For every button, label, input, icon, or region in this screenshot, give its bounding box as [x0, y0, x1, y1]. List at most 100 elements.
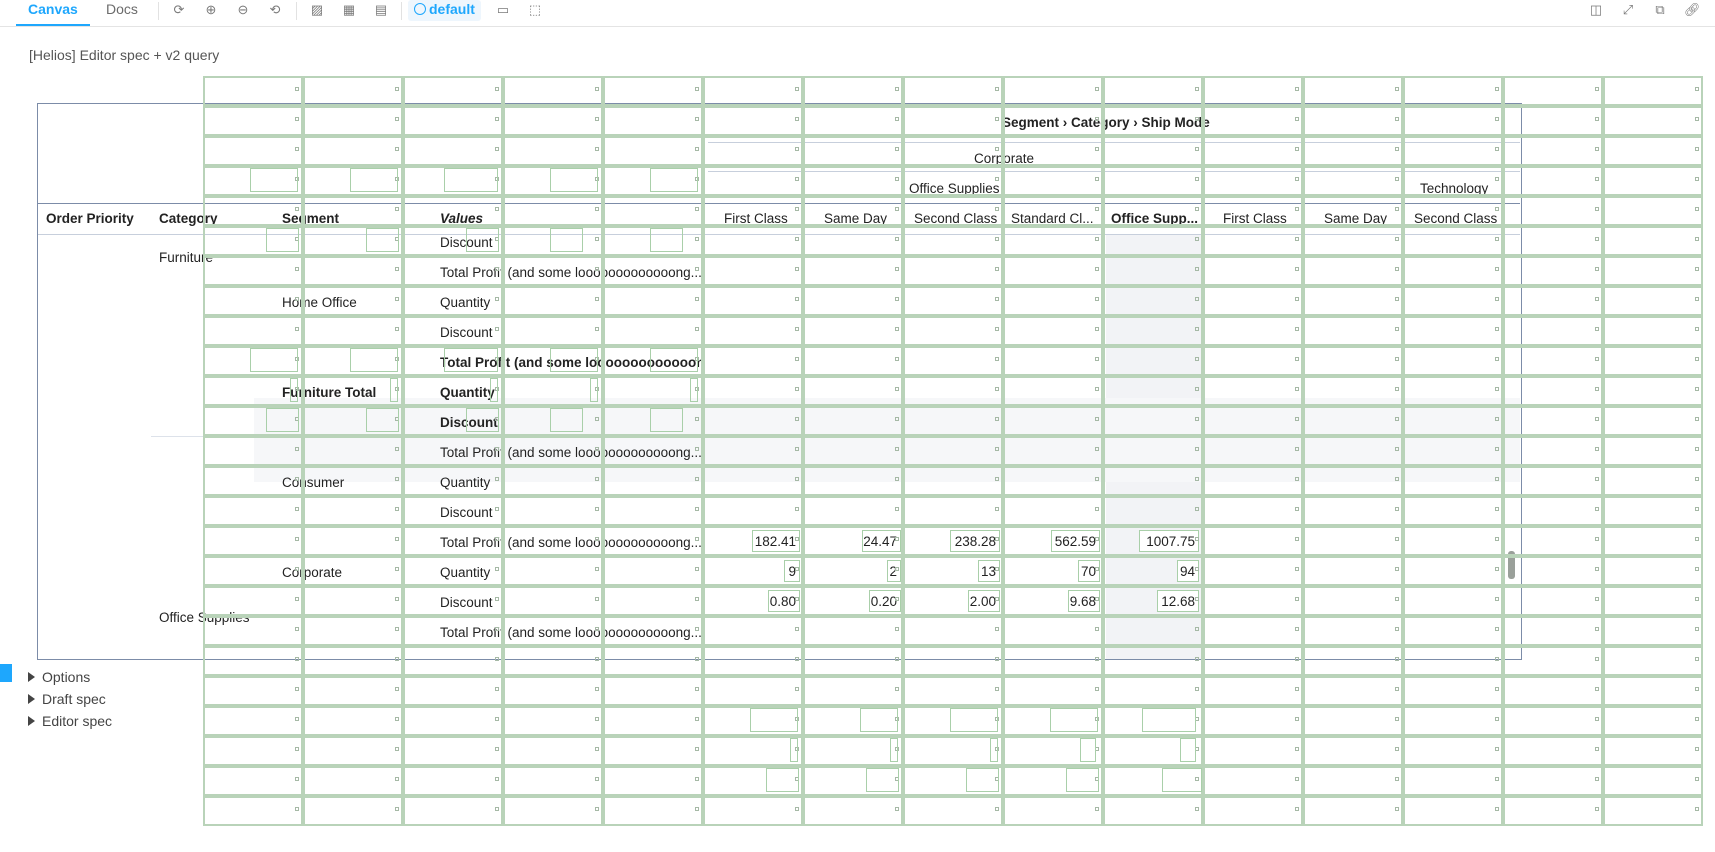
cell-profit-same-day[interactable]: 24.47: [862, 530, 901, 552]
col-header[interactable]: Second Class: [914, 211, 997, 226]
cell-discount-first-class[interactable]: 0.80: [768, 590, 800, 612]
cell-quantity-first-class[interactable]: 9: [784, 560, 800, 582]
cell-discount-subtotal[interactable]: 12.68: [1157, 590, 1199, 612]
grid-cell: [703, 736, 803, 766]
grid-marker: [795, 687, 799, 691]
category-divider: [151, 436, 1520, 437]
grid-marker: [1595, 267, 1599, 271]
zoom-reset-icon[interactable]: ⟲: [267, 2, 283, 18]
cell-quantity-same-day[interactable]: 2: [887, 560, 901, 582]
grid-cell: [503, 676, 603, 706]
background-icon[interactable]: ▨: [309, 2, 325, 18]
row-header-order-priority[interactable]: Order Priority: [46, 211, 134, 226]
col-header-subtotal[interactable]: Office Supp...: [1111, 211, 1198, 226]
cell-profit-subtotal[interactable]: 1007.75: [1139, 530, 1199, 552]
grid-marker: [1295, 777, 1299, 781]
col-header[interactable]: Standard Cl...: [1011, 211, 1094, 226]
zoom-out-icon[interactable]: ⊖: [235, 2, 251, 18]
grid-cell: [1303, 676, 1403, 706]
measure-icon[interactable]: ▭: [495, 2, 511, 18]
grid-cell: [1103, 766, 1203, 796]
copy-link-icon[interactable]: 🔗︎: [1684, 2, 1701, 18]
grid-icon[interactable]: ▦: [341, 2, 357, 18]
cell-quantity-standard-class[interactable]: 70: [1078, 560, 1100, 582]
cell-quantity-subtotal[interactable]: 94: [1177, 560, 1199, 582]
cell-profit-standard-class[interactable]: 562.59: [1051, 530, 1100, 552]
grid-marker: [1595, 777, 1599, 781]
value-name: Total Profit (and some looooooooooooong.…: [440, 535, 702, 550]
outline-icon[interactable]: ▤: [373, 2, 389, 18]
expand-triangle-icon: [28, 694, 35, 704]
grid-cell: [1503, 766, 1603, 796]
cell-discount-same-day[interactable]: 0.20: [869, 590, 901, 612]
grid-marker: [295, 807, 299, 811]
sync-icon[interactable]: ⟳: [171, 2, 187, 18]
grid-marker: [1595, 597, 1599, 601]
grid-marker: [1595, 657, 1599, 661]
zoom-in-icon[interactable]: ⊕: [203, 2, 219, 18]
grid-marker: [695, 777, 699, 781]
grid-cell: [703, 796, 803, 826]
grid-box: [860, 708, 898, 732]
col-header[interactable]: First Class: [724, 211, 788, 226]
grid-marker: [1695, 387, 1699, 391]
grid-marker: [1295, 687, 1299, 691]
grid-marker: [995, 717, 999, 721]
tab-docs[interactable]: Docs: [98, 0, 146, 26]
viewport-icon[interactable]: ⬚: [527, 2, 543, 18]
category-label: Furniture: [159, 250, 214, 265]
grid-marker: [1595, 627, 1599, 631]
grid-marker: [1495, 717, 1499, 721]
row-header-segment[interactable]: Segment: [282, 211, 339, 226]
panel-draft-spec[interactable]: Draft spec: [28, 691, 106, 707]
row-header-category[interactable]: Category: [159, 211, 218, 226]
grid-cell: [903, 736, 1003, 766]
grid-marker: [1695, 267, 1699, 271]
cell-discount-second-class[interactable]: 2.00: [968, 590, 1000, 612]
grid-cell: [803, 766, 903, 796]
grid-cell: [1003, 736, 1103, 766]
cell-profit-first-class[interactable]: 182.41: [752, 530, 800, 552]
vertical-scrollbar[interactable]: [1508, 551, 1515, 579]
grid-marker: [595, 87, 599, 91]
col-header[interactable]: Same Day: [824, 211, 887, 226]
cell-discount-standard-class[interactable]: 9.68: [1068, 590, 1100, 612]
value-name: Total Profit (and some looooooooooooong.…: [440, 445, 702, 460]
header-bottom-border: [38, 203, 1520, 204]
value-name: Quantity: [440, 475, 491, 490]
category-label: Office Supplies: [159, 610, 250, 625]
grid-marker: [1595, 417, 1599, 421]
col-header[interactable]: Second Class: [1414, 211, 1497, 226]
value-name: Discount: [440, 325, 493, 340]
grid-cell: [1003, 76, 1103, 106]
fullscreen-icon[interactable]: ⤢: [1620, 2, 1636, 18]
col-header[interactable]: First Class: [1223, 211, 1287, 226]
panel-options[interactable]: Options: [28, 669, 90, 685]
col-header[interactable]: Same Day: [1324, 211, 1387, 226]
segment-header: Corporate: [974, 151, 1035, 166]
grid-cell: [303, 736, 403, 766]
globals-chip[interactable]: default: [408, 0, 481, 21]
grid-marker: [1695, 657, 1699, 661]
grid-marker: [1195, 87, 1199, 91]
cell-profit-second-class[interactable]: 238.28: [950, 530, 1000, 552]
grid-cell: [703, 706, 803, 736]
sidebar-icon[interactable]: ◫: [1588, 2, 1604, 18]
grid-marker: [1695, 117, 1699, 121]
grid-cell: [1103, 796, 1203, 826]
row-header-values[interactable]: Values: [440, 211, 483, 226]
open-new-tab-icon[interactable]: ⧉: [1652, 2, 1668, 18]
grid-cell: [1603, 166, 1703, 196]
grid-cell: [803, 676, 903, 706]
grid-marker: [895, 687, 899, 691]
grid-cell: [1603, 736, 1703, 766]
panel-editor-spec[interactable]: Editor spec: [28, 713, 112, 729]
cell-quantity-second-class[interactable]: 13: [978, 560, 1000, 582]
grid-marker: [1395, 717, 1399, 721]
grid-marker: [1595, 357, 1599, 361]
grid-cell: [303, 766, 403, 796]
grid-marker: [1495, 87, 1499, 91]
grid-marker: [995, 777, 999, 781]
tab-canvas[interactable]: Canvas: [16, 0, 90, 26]
grid-marker: [695, 807, 699, 811]
